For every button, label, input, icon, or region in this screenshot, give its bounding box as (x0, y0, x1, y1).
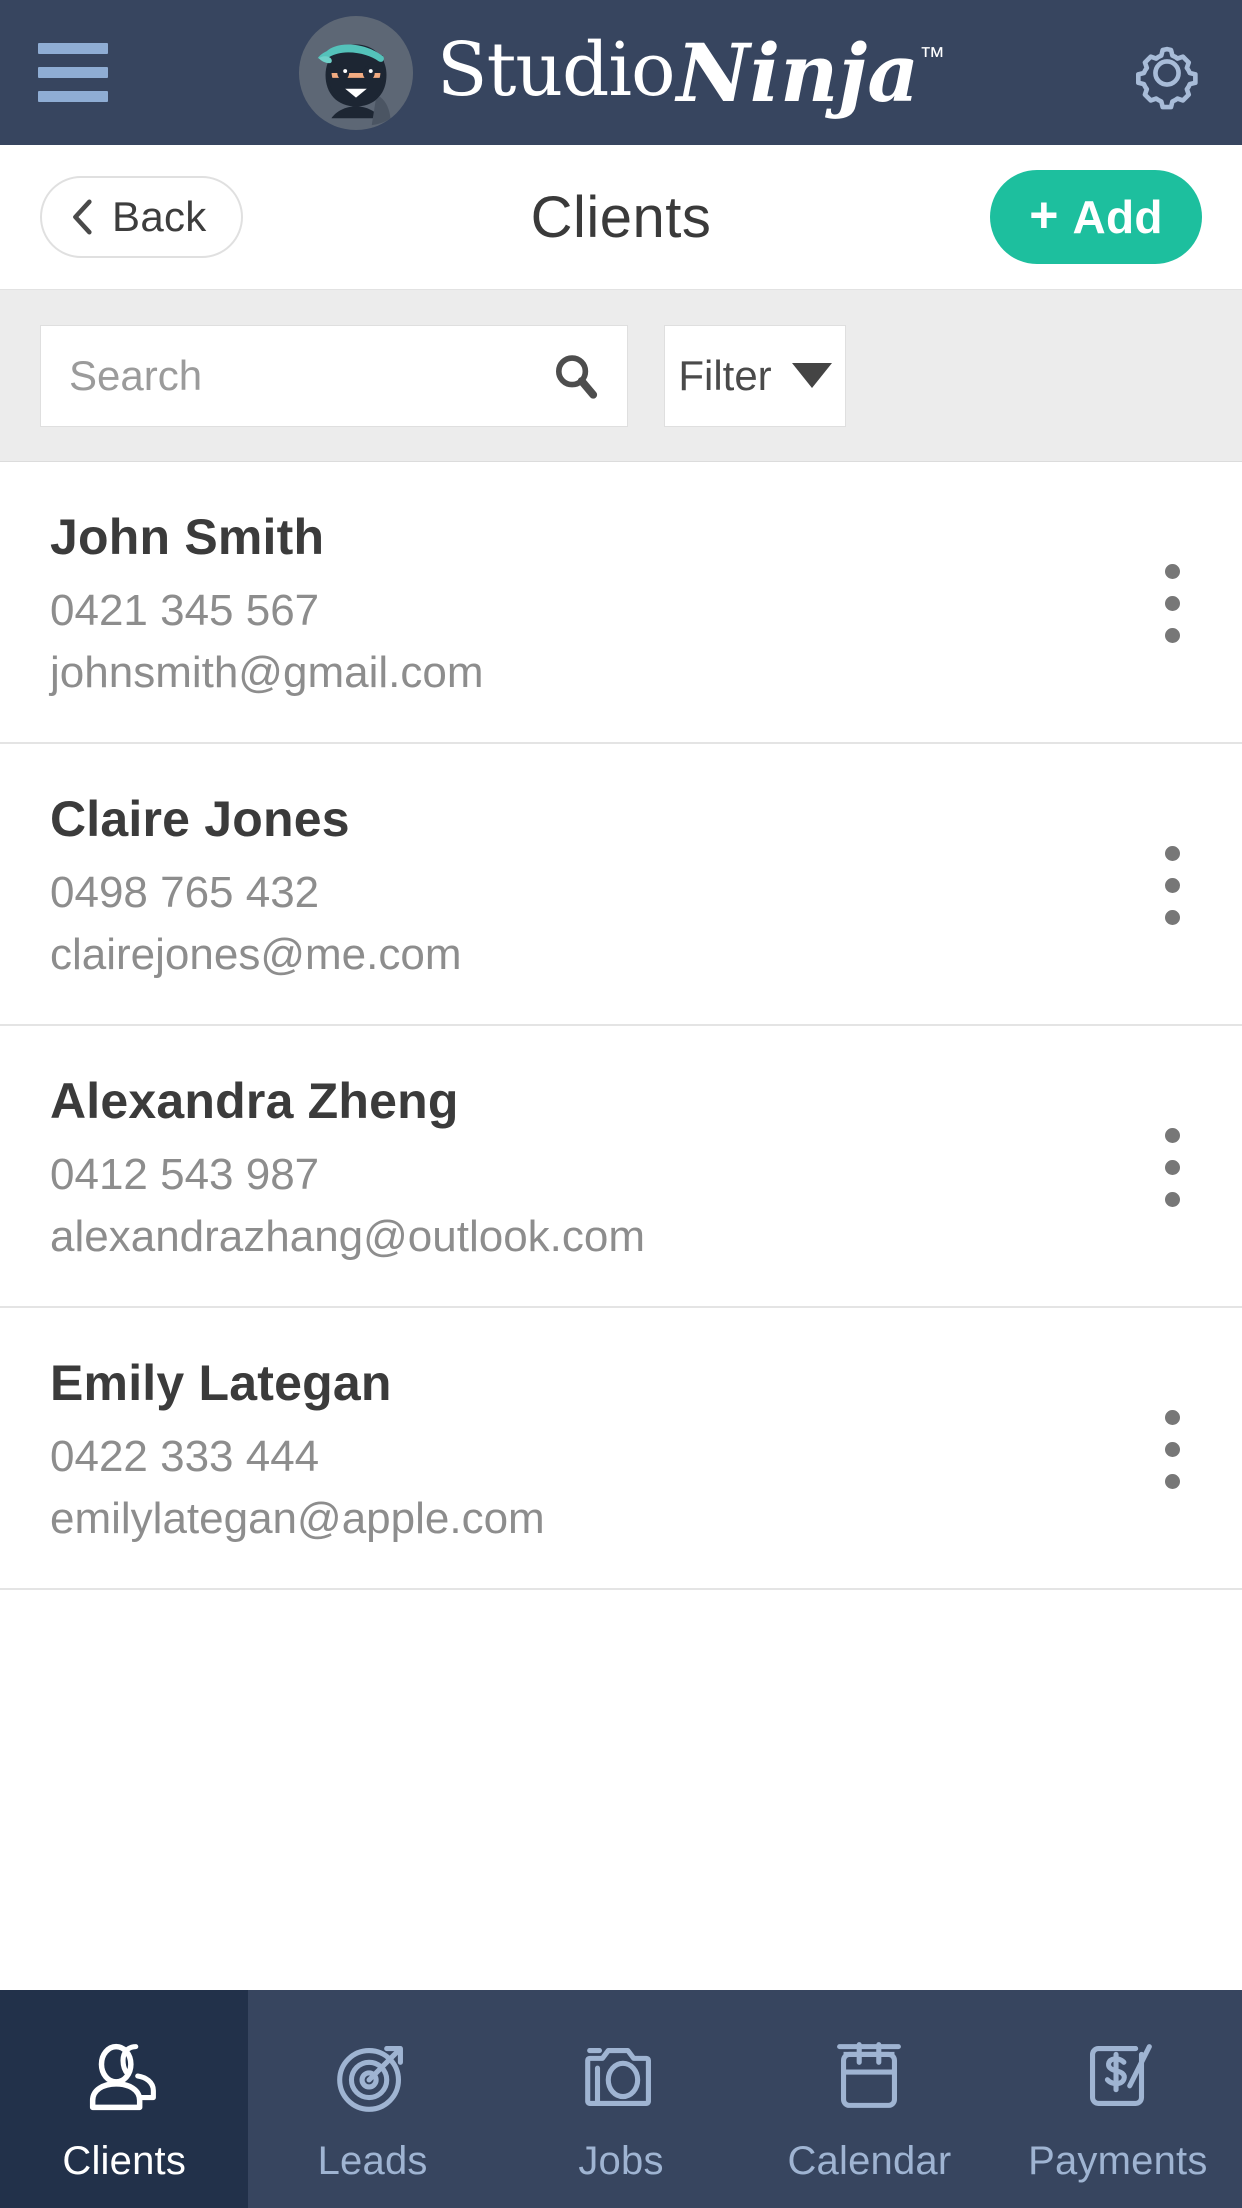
client-email: emilylategan@apple.com (50, 1494, 545, 1543)
search-field-wrapper (40, 324, 628, 427)
kebab-menu-icon[interactable] (1125, 1072, 1202, 1207)
tab-leads[interactable]: Leads (248, 1990, 496, 2208)
client-phone: 0422 333 444 (50, 1432, 320, 1481)
users-icon (90, 2043, 157, 2110)
hamburger-bar (38, 43, 108, 54)
client-list: John Smith 0421 345 567 johnsmith@gmail.… (0, 462, 1242, 1990)
filter-dropdown[interactable]: Filter (664, 324, 846, 427)
kebab-dot (1165, 564, 1180, 579)
kebab-menu-icon[interactable] (1125, 508, 1202, 643)
client-phone: 0498 765 432 (50, 868, 320, 917)
add-client-button[interactable]: + Add (990, 170, 1202, 264)
kebab-dot (1165, 596, 1180, 611)
kebab-menu-icon[interactable] (1125, 790, 1202, 925)
tab-jobs[interactable]: Jobs (497, 1990, 745, 2208)
tab-payments[interactable]: Payments (994, 1990, 1242, 2208)
search-filter-bar: Filter (0, 290, 1242, 462)
tab-payments-label: Payments (1028, 2138, 1208, 2183)
kebab-dot (1165, 1160, 1180, 1175)
client-email: clairejones@me.com (50, 930, 462, 979)
kebab-dot (1165, 910, 1180, 925)
app-header: Studio Ninja ™ (0, 0, 1242, 145)
client-phone: 0412 543 987 (50, 1150, 320, 1199)
kebab-dot (1165, 1128, 1180, 1143)
client-details: Claire Jones 0498 765 432 clairejones@me… (50, 790, 461, 980)
page-navbar: Back Clients + Add (0, 145, 1242, 290)
brand-lockup: Studio Ninja ™ (0, 0, 1242, 145)
gear-icon[interactable] (1130, 36, 1204, 110)
brand-primary-text: Studio (436, 26, 676, 113)
client-email: alexandrazhang@outlook.com (50, 1212, 646, 1261)
client-details: Alexandra Zheng 0412 543 987 alexandrazh… (50, 1072, 645, 1262)
filter-dropdown-label: Filter (678, 351, 772, 399)
tab-calendar[interactable]: Calendar (745, 1990, 993, 2208)
tab-leads-label: Leads (317, 2138, 428, 2183)
brand-secondary-text: Ninja (676, 25, 920, 120)
client-name: Claire Jones (50, 791, 350, 847)
tab-clients[interactable]: Clients (0, 1990, 249, 2208)
tab-clients-label: Clients (62, 2138, 187, 2183)
kebab-dot (1165, 878, 1180, 893)
studio-ninja-logo-icon (298, 15, 413, 130)
plus-icon: + (1029, 187, 1059, 243)
kebab-dot (1165, 1474, 1180, 1489)
client-name: Alexandra Zheng (50, 1073, 459, 1129)
chevron-down-icon (791, 363, 832, 388)
hamburger-bar (38, 91, 108, 102)
table-row[interactable]: Alexandra Zheng 0412 543 987 alexandrazh… (0, 1026, 1242, 1308)
app-root: Studio Ninja ™ Back Clients + Add Search… (0, 0, 1242, 2208)
client-name: Emily Lategan (50, 1355, 392, 1411)
table-row[interactable]: Emily Lategan 0422 333 444 emilylategan@… (0, 1308, 1242, 1590)
money-note-icon (1089, 2043, 1152, 2106)
client-details: Emily Lategan 0422 333 444 emilylategan@… (50, 1354, 545, 1544)
target-icon (336, 2045, 403, 2112)
bottom-tab-bar: Clients Leads Jobs Calendar Payments (0, 1990, 1242, 2208)
table-row[interactable]: John Smith 0421 345 567 johnsmith@gmail.… (0, 462, 1242, 744)
brand-trademark-text: ™ (919, 40, 946, 71)
client-phone: 0421 345 567 (50, 586, 320, 635)
tab-jobs-label: Jobs (578, 2138, 664, 2183)
chevron-left-icon (73, 199, 92, 235)
hamburger-bar (38, 67, 108, 78)
hamburger-menu-icon[interactable] (38, 43, 108, 103)
search-input[interactable] (41, 325, 627, 426)
calendar-icon (837, 2041, 902, 2108)
add-button-label: Add (1072, 191, 1163, 243)
kebab-dot (1165, 1442, 1180, 1457)
back-button[interactable]: Back (40, 176, 243, 258)
client-details: John Smith 0421 345 567 johnsmith@gmail.… (50, 508, 483, 698)
table-row[interactable]: Claire Jones 0498 765 432 clairejones@me… (0, 744, 1242, 1026)
client-email: johnsmith@gmail.com (50, 648, 484, 697)
brand-wordmark: Studio Ninja ™ (437, 33, 945, 113)
back-button-label: Back (112, 193, 207, 240)
kebab-dot (1165, 628, 1180, 643)
kebab-dot (1165, 846, 1180, 861)
kebab-menu-icon[interactable] (1125, 1354, 1202, 1489)
camera-icon (585, 2047, 651, 2106)
kebab-dot (1165, 1192, 1180, 1207)
tab-calendar-label: Calendar (787, 2138, 952, 2183)
kebab-dot (1165, 1410, 1180, 1425)
client-name: John Smith (50, 509, 325, 565)
